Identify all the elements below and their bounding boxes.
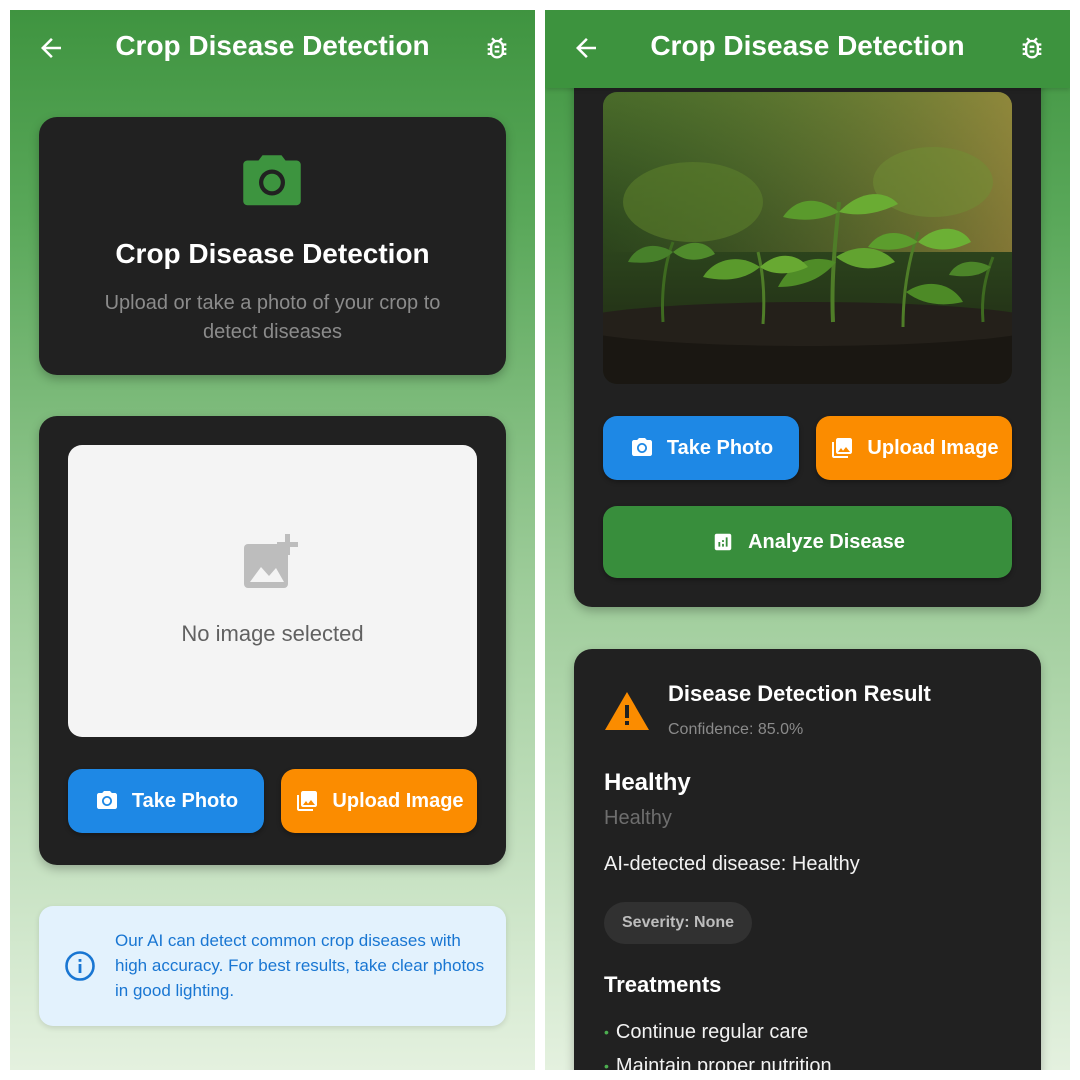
no-image-text: No image selected	[181, 621, 364, 646]
stage: Crop Disease Detection Crop Disease Dete…	[0, 0, 1080, 1080]
treatments-list: • Continue regular care • Maintain proper …	[604, 1015, 832, 1070]
add-photo-icon	[244, 534, 298, 588]
take-photo-button[interactable]: Take Photo	[603, 416, 799, 480]
treatments-title: Treatments	[604, 972, 722, 997]
treatment-text: Continue regular care	[615, 1021, 809, 1043]
result-title: Disease Detection Result	[668, 681, 931, 706]
app-bar-title: Crop Disease Detection	[650, 30, 965, 61]
photo-library-icon	[829, 435, 855, 461]
camera-icon	[243, 155, 301, 206]
bullet-icon: •	[604, 1058, 609, 1070]
header-subtitle: Upload or take a photo of your crop to d…	[104, 292, 441, 343]
upload-image-button[interactable]: Upload Image	[816, 416, 1012, 480]
analytics-icon	[710, 529, 736, 555]
camera-icon	[629, 435, 655, 461]
app-bar-title: Crop Disease Detection	[115, 30, 430, 61]
bug-icon	[487, 37, 507, 59]
upload-image-label: Upload Image	[332, 789, 464, 812]
info-text: Our AI can detect common crop diseases w…	[115, 931, 485, 1000]
screen-analysis-result: Crop Disease Detection Take Photo Upload…	[545, 10, 1070, 1070]
header-card: Crop Disease Detection Upload or take a …	[39, 117, 506, 375]
treatment-text: Maintain proper nutrition	[615, 1055, 832, 1070]
treatment-item: • Maintain proper nutrition	[604, 1049, 832, 1070]
debug-button[interactable]	[1016, 32, 1048, 64]
disease-description: AI-detected disease: Healthy	[604, 853, 860, 875]
image-preview-card: Take Photo Upload Image Analyze Disease	[574, 50, 1041, 607]
header-title: Crop Disease Detection	[115, 238, 430, 269]
take-photo-label: Take Photo	[666, 436, 774, 459]
analyze-disease-button[interactable]: Analyze Disease	[603, 506, 1012, 578]
info-card: Our AI can detect common crop diseases w…	[39, 906, 506, 1026]
severity-chip: Severity: None	[604, 902, 753, 944]
take-photo-button[interactable]: Take Photo	[68, 769, 264, 833]
result-card: Disease Detection Result Confidence: 85.…	[574, 649, 1041, 1070]
app-bar: Crop Disease Detection	[545, 10, 1070, 88]
upload-image-label: Upload Image	[867, 436, 999, 459]
warning-icon	[605, 692, 649, 730]
debug-button[interactable]	[481, 32, 513, 64]
camera-icon	[94, 788, 120, 814]
disease-subtitle: Healthy	[604, 807, 672, 829]
info-icon	[65, 951, 95, 981]
upload-image-button[interactable]: Upload Image	[281, 769, 477, 833]
image-picker-card: No image selected Take Photo Upload Imag…	[39, 416, 506, 865]
app-bar: Crop Disease Detection	[10, 10, 535, 88]
bullet-icon: •	[604, 1024, 609, 1040]
image-placeholder[interactable]: No image selected	[68, 445, 477, 737]
confidence-text: Confidence: 85.0%	[668, 721, 804, 738]
screen-image-selection: Crop Disease Detection Crop Disease Dete…	[10, 10, 535, 1070]
disease-name: Healthy	[604, 769, 691, 796]
crop-photo	[603, 92, 1012, 384]
treatment-item: • Continue regular care	[604, 1015, 832, 1049]
photo-library-icon	[294, 788, 320, 814]
take-photo-label: Take Photo	[131, 789, 239, 812]
bug-icon	[1022, 37, 1042, 59]
analyze-disease-label: Analyze Disease	[748, 530, 905, 553]
